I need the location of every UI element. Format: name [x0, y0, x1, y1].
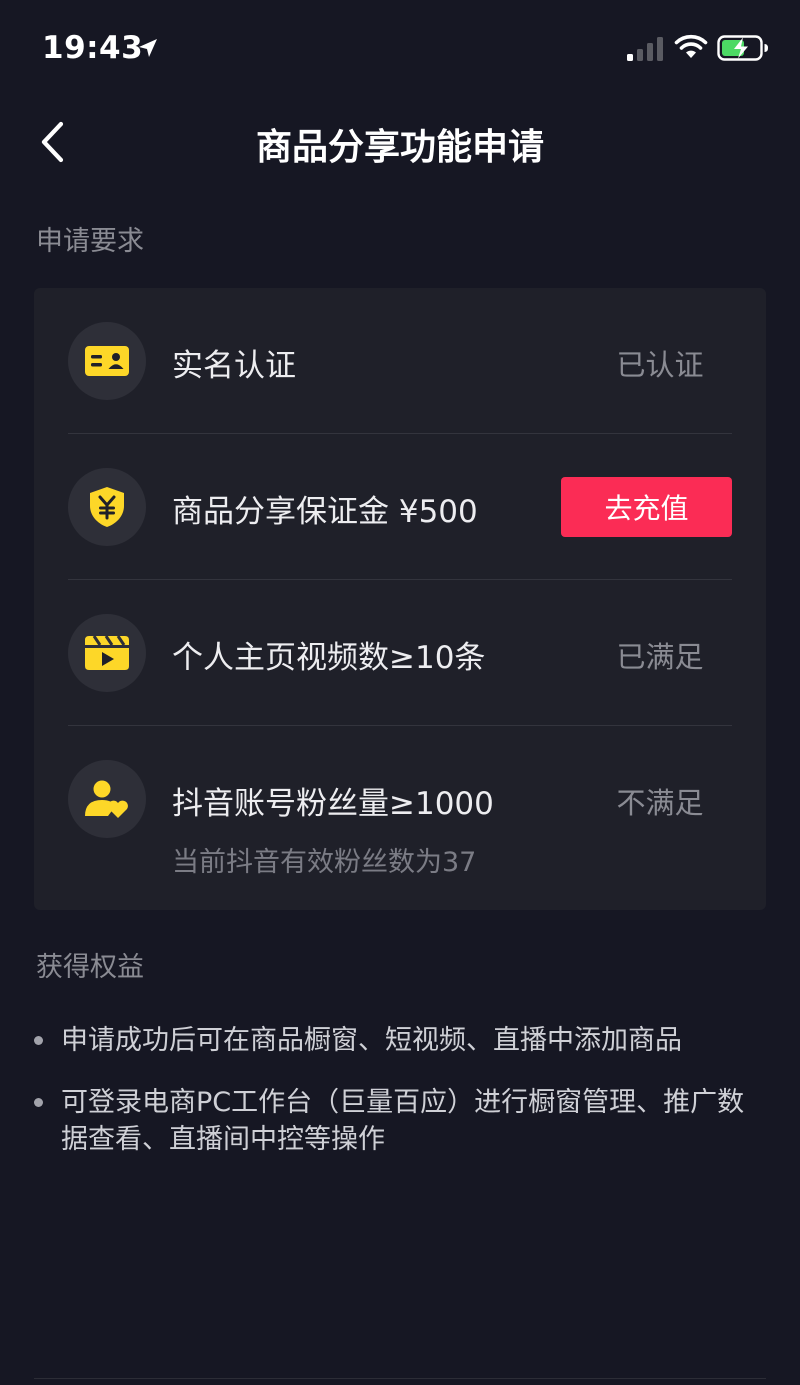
row-divider: [68, 579, 732, 580]
recharge-button[interactable]: 去充值: [561, 477, 732, 537]
bullet-dot: [34, 1036, 43, 1045]
row-divider: [68, 725, 732, 726]
video-clapper-icon: [85, 636, 129, 670]
requirement-follower-count: 抖音账号粉丝量≥1000 不满足 当前抖音有效粉丝数为37: [68, 760, 732, 880]
requirement-label: 实名认证: [172, 348, 296, 384]
requirement-icon-badge: [68, 322, 146, 400]
fans-heart-icon: [85, 780, 128, 818]
requirement-label: 抖音账号粉丝量≥1000: [172, 786, 494, 822]
page-title: 商品分享功能申请: [255, 127, 544, 168]
requirement-label: 个人主页视频数≥10条: [172, 640, 486, 676]
navigation-bar: 商品分享功能申请: [0, 100, 800, 184]
benefits-section-title: 获得权益: [36, 952, 144, 983]
bottom-divider: [34, 1378, 766, 1379]
requirement-status: 已满足: [616, 640, 704, 674]
requirement-video-count: 个人主页视频数≥10条 已满足: [68, 614, 732, 692]
requirement-real-name: 实名认证 已认证: [68, 322, 732, 400]
requirement-label: 商品分享保证金 ¥500: [172, 494, 478, 530]
requirement-icon-badge: [68, 468, 146, 546]
id-card-icon: [85, 346, 129, 376]
row-divider: [68, 433, 732, 434]
requirements-card: 实名认证 已认证 商品分享保证金 ¥500 去充值 个人主页视频数≥10条 已满…: [34, 288, 766, 910]
benefit-text: 申请成功后可在商品橱窗、短视频、直播中添加商品: [61, 1025, 682, 1056]
battery-charging-icon: [717, 35, 768, 61]
yuan-shield-icon: [90, 487, 124, 527]
status-time: 19:43: [42, 30, 144, 66]
requirement-subtext: 当前抖音有效粉丝数为37: [172, 847, 477, 878]
requirement-icon-badge: [68, 614, 146, 692]
requirements-section-title: 申请要求: [36, 226, 144, 257]
benefit-text: 可登录电商PC工作台（巨量百应）进行橱窗管理、推广数据查看、直播间中控等操作: [61, 1087, 745, 1155]
requirement-status: 已认证: [616, 348, 704, 382]
location-arrow-icon: [139, 39, 157, 57]
status-bar: 19:43: [0, 0, 800, 96]
requirement-status: 不满足: [616, 786, 704, 820]
wifi-icon: [674, 34, 708, 58]
bullet-dot: [34, 1098, 43, 1107]
cellular-signal-icon: [627, 37, 663, 61]
requirement-icon-badge: [68, 760, 146, 838]
